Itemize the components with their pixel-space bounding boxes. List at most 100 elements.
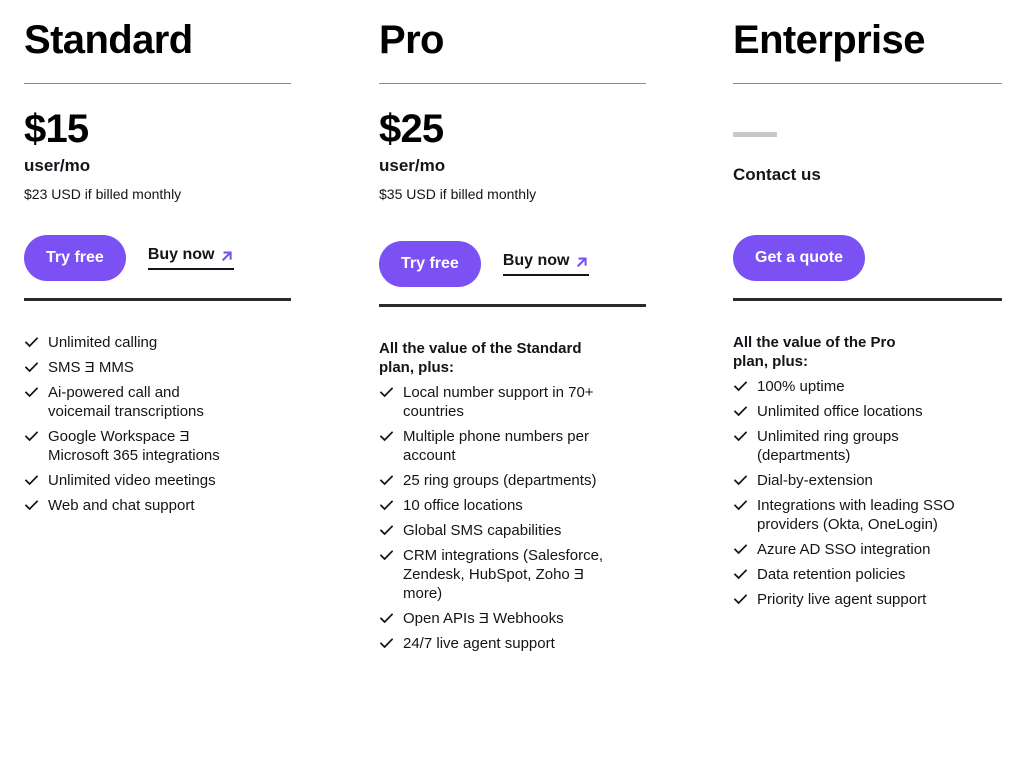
price-unit-pro: user/mo — [379, 156, 446, 175]
feature-label: Unlimited calling — [48, 334, 158, 351]
try-free-button-pro[interactable]: Try free — [379, 241, 481, 287]
price-block-enterprise: Contact us — [733, 84, 1002, 221]
list-item: SMS Ǝ MMS — [24, 358, 291, 377]
feature-label: 24/7 live agent support — [403, 635, 555, 652]
check-icon — [24, 358, 38, 377]
list-item: Azure AD SSO integration — [733, 540, 1002, 559]
price-note-pro: $35 USD if billed monthly — [379, 186, 537, 202]
price-placeholder-dash — [733, 132, 777, 137]
get-a-quote-button[interactable]: Get a quote — [733, 235, 866, 281]
feature-label: Integrations with leading SSO providers … — [757, 497, 955, 533]
check-icon — [733, 540, 747, 559]
feature-label: Multiple phone numbers per account — [403, 428, 589, 464]
arrow-up-right-icon — [575, 255, 589, 269]
check-icon — [733, 590, 747, 609]
contact-us-label: Contact us — [733, 165, 821, 184]
check-icon — [379, 496, 393, 515]
arrow-up-right-icon — [220, 249, 234, 263]
feature-label: Data retention policies — [757, 566, 906, 583]
feature-label: Web and chat support — [48, 497, 195, 514]
price-amount-standard: $15 — [24, 107, 89, 151]
column-gap-2 — [646, 0, 733, 659]
list-item: Data retention policies — [733, 565, 1002, 584]
feature-label: Dial-by-extension — [757, 472, 873, 489]
feature-label: Priority live agent support — [757, 591, 927, 608]
check-icon — [733, 402, 747, 421]
list-item: Google Workspace Ǝ Microsoft 365 integra… — [24, 427, 291, 465]
check-icon — [379, 427, 393, 446]
check-icon — [379, 471, 393, 490]
check-icon — [733, 427, 747, 446]
column-gap-1 — [291, 0, 379, 659]
list-item: Unlimited ring groups (departments) — [733, 427, 1002, 465]
price-block-standard: $15 user/mo $23 USD if billed monthly — [24, 84, 291, 221]
list-item: Unlimited video meetings — [24, 471, 291, 490]
list-item: 24/7 live agent support — [379, 634, 646, 653]
list-item: Multiple phone numbers per account — [379, 427, 646, 465]
buy-now-link-pro[interactable]: Buy now — [502, 252, 590, 276]
check-icon — [24, 383, 38, 402]
feature-label: 100% uptime — [757, 378, 845, 395]
check-icon — [379, 521, 393, 540]
features-intro-enterprise: All the value of the Pro plan, plus: — [733, 334, 896, 370]
feature-label: Ai-powered call and voicemail transcript… — [48, 384, 204, 420]
buy-now-label-standard: Buy now — [147, 246, 215, 263]
buy-now-link-standard[interactable]: Buy now — [147, 246, 235, 270]
list-item: Unlimited calling — [24, 333, 291, 352]
check-icon — [24, 427, 38, 446]
pricing-plans-grid: Standard $15 user/mo $23 USD if billed m… — [24, 0, 1002, 659]
list-item: Ai-powered call and voicemail transcript… — [24, 383, 291, 421]
feature-label: Local number support in 70+ countries — [403, 384, 594, 420]
plan-title-enterprise: Enterprise — [733, 18, 925, 62]
plan-card-standard: Standard $15 user/mo $23 USD if billed m… — [24, 0, 291, 659]
list-item: Unlimited office locations — [733, 402, 1002, 421]
check-icon — [24, 333, 38, 352]
list-item: 100% uptime — [733, 377, 1002, 396]
feature-list-enterprise: All the value of the Pro plan, plus: 100… — [733, 301, 1002, 615]
cta-row-pro: Try free Buy now — [379, 221, 646, 301]
list-item: 10 office locations — [379, 496, 646, 515]
check-icon — [379, 609, 393, 628]
feature-label: CRM integrations (Salesforce, Zendesk, H… — [403, 547, 604, 602]
feature-label: SMS Ǝ MMS — [48, 359, 134, 376]
price-note-standard: $23 USD if billed monthly — [24, 186, 182, 202]
list-item: Dial-by-extension — [733, 471, 1002, 490]
check-icon — [733, 471, 747, 490]
check-icon — [24, 496, 38, 515]
price-unit-standard: user/mo — [24, 156, 91, 175]
feature-label: Unlimited office locations — [757, 403, 923, 420]
list-item: Web and chat support — [24, 496, 291, 515]
list-item: CRM integrations (Salesforce, Zendesk, H… — [379, 546, 646, 603]
buy-now-label-pro: Buy now — [502, 252, 570, 269]
features-intro-pro: All the value of the Standard plan, plus… — [379, 340, 582, 376]
price-block-pro: $25 user/mo $35 USD if billed monthly — [379, 84, 646, 221]
check-icon — [733, 496, 747, 515]
list-item: Local number support in 70+ countries — [379, 383, 646, 421]
feature-label: Global SMS capabilities — [403, 522, 562, 539]
check-icon — [379, 546, 393, 565]
feature-label: Unlimited video meetings — [48, 472, 216, 489]
feature-list-pro: All the value of the Standard plan, plus… — [379, 307, 646, 659]
feature-label: 10 office locations — [403, 497, 523, 514]
feature-label: Azure AD SSO integration — [757, 541, 931, 558]
check-icon — [733, 377, 747, 396]
list-item: Open APIs Ǝ Webhooks — [379, 609, 646, 628]
check-icon — [733, 565, 747, 584]
list-item: Global SMS capabilities — [379, 521, 646, 540]
try-free-button-standard[interactable]: Try free — [24, 235, 126, 281]
check-icon — [379, 634, 393, 653]
feature-label: Open APIs Ǝ Webhooks — [403, 610, 564, 627]
plan-title-standard: Standard — [24, 18, 193, 62]
check-icon — [24, 471, 38, 490]
list-item: 25 ring groups (departments) — [379, 471, 646, 490]
cta-row-standard: Try free Buy now — [24, 221, 291, 295]
plan-card-pro: Pro $25 user/mo $35 USD if billed monthl… — [379, 0, 646, 659]
feature-label: Unlimited ring groups (departments) — [757, 428, 899, 464]
price-amount-pro: $25 — [379, 107, 444, 151]
check-icon — [379, 383, 393, 402]
plan-card-enterprise: Enterprise Contact us Get a quote All th… — [733, 0, 1002, 659]
plan-title-pro: Pro — [379, 18, 444, 62]
feature-list-standard: Unlimited calling SMS Ǝ MMS Ai-powered c… — [24, 301, 291, 521]
feature-label: Google Workspace Ǝ Microsoft 365 integra… — [48, 428, 220, 464]
feature-label: 25 ring groups (departments) — [403, 472, 597, 489]
